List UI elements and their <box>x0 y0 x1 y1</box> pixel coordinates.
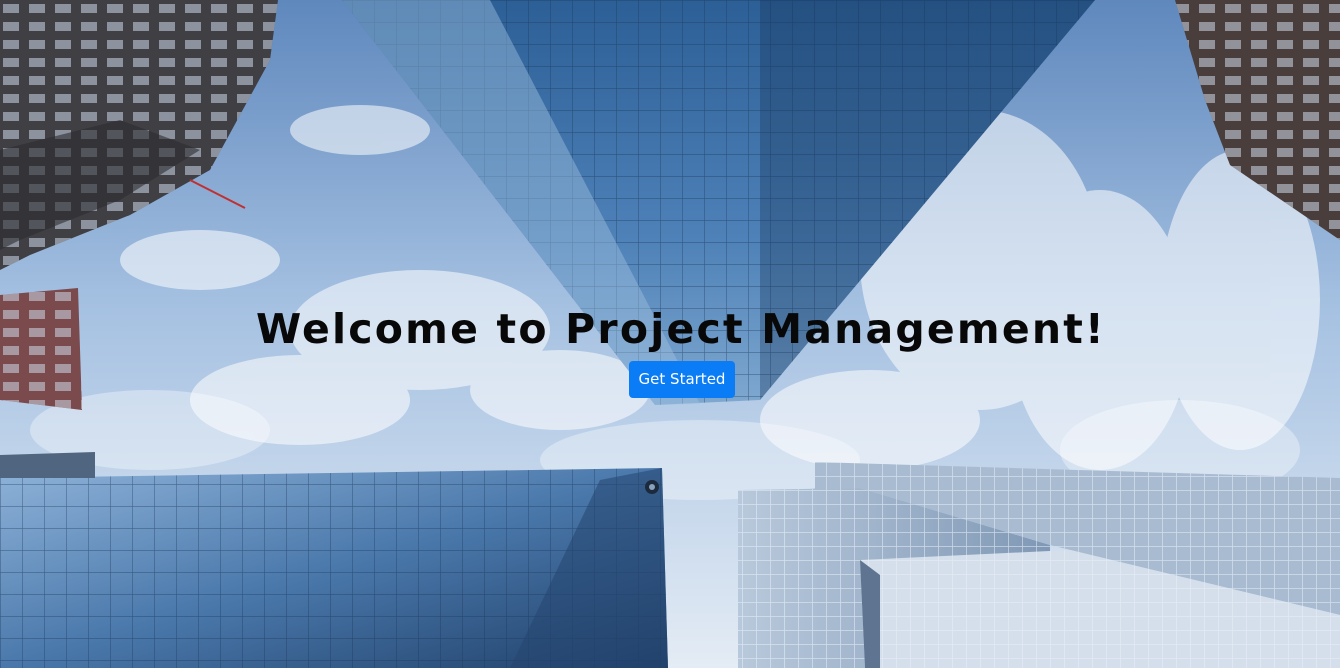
hero-section: Welcome to Project Management! Get Start… <box>0 0 1340 668</box>
get-started-button[interactable]: Get Started <box>629 361 735 398</box>
hero-title: Welcome to Project Management! <box>256 305 1106 353</box>
hero-content: Welcome to Project Management! Get Start… <box>0 0 1340 668</box>
